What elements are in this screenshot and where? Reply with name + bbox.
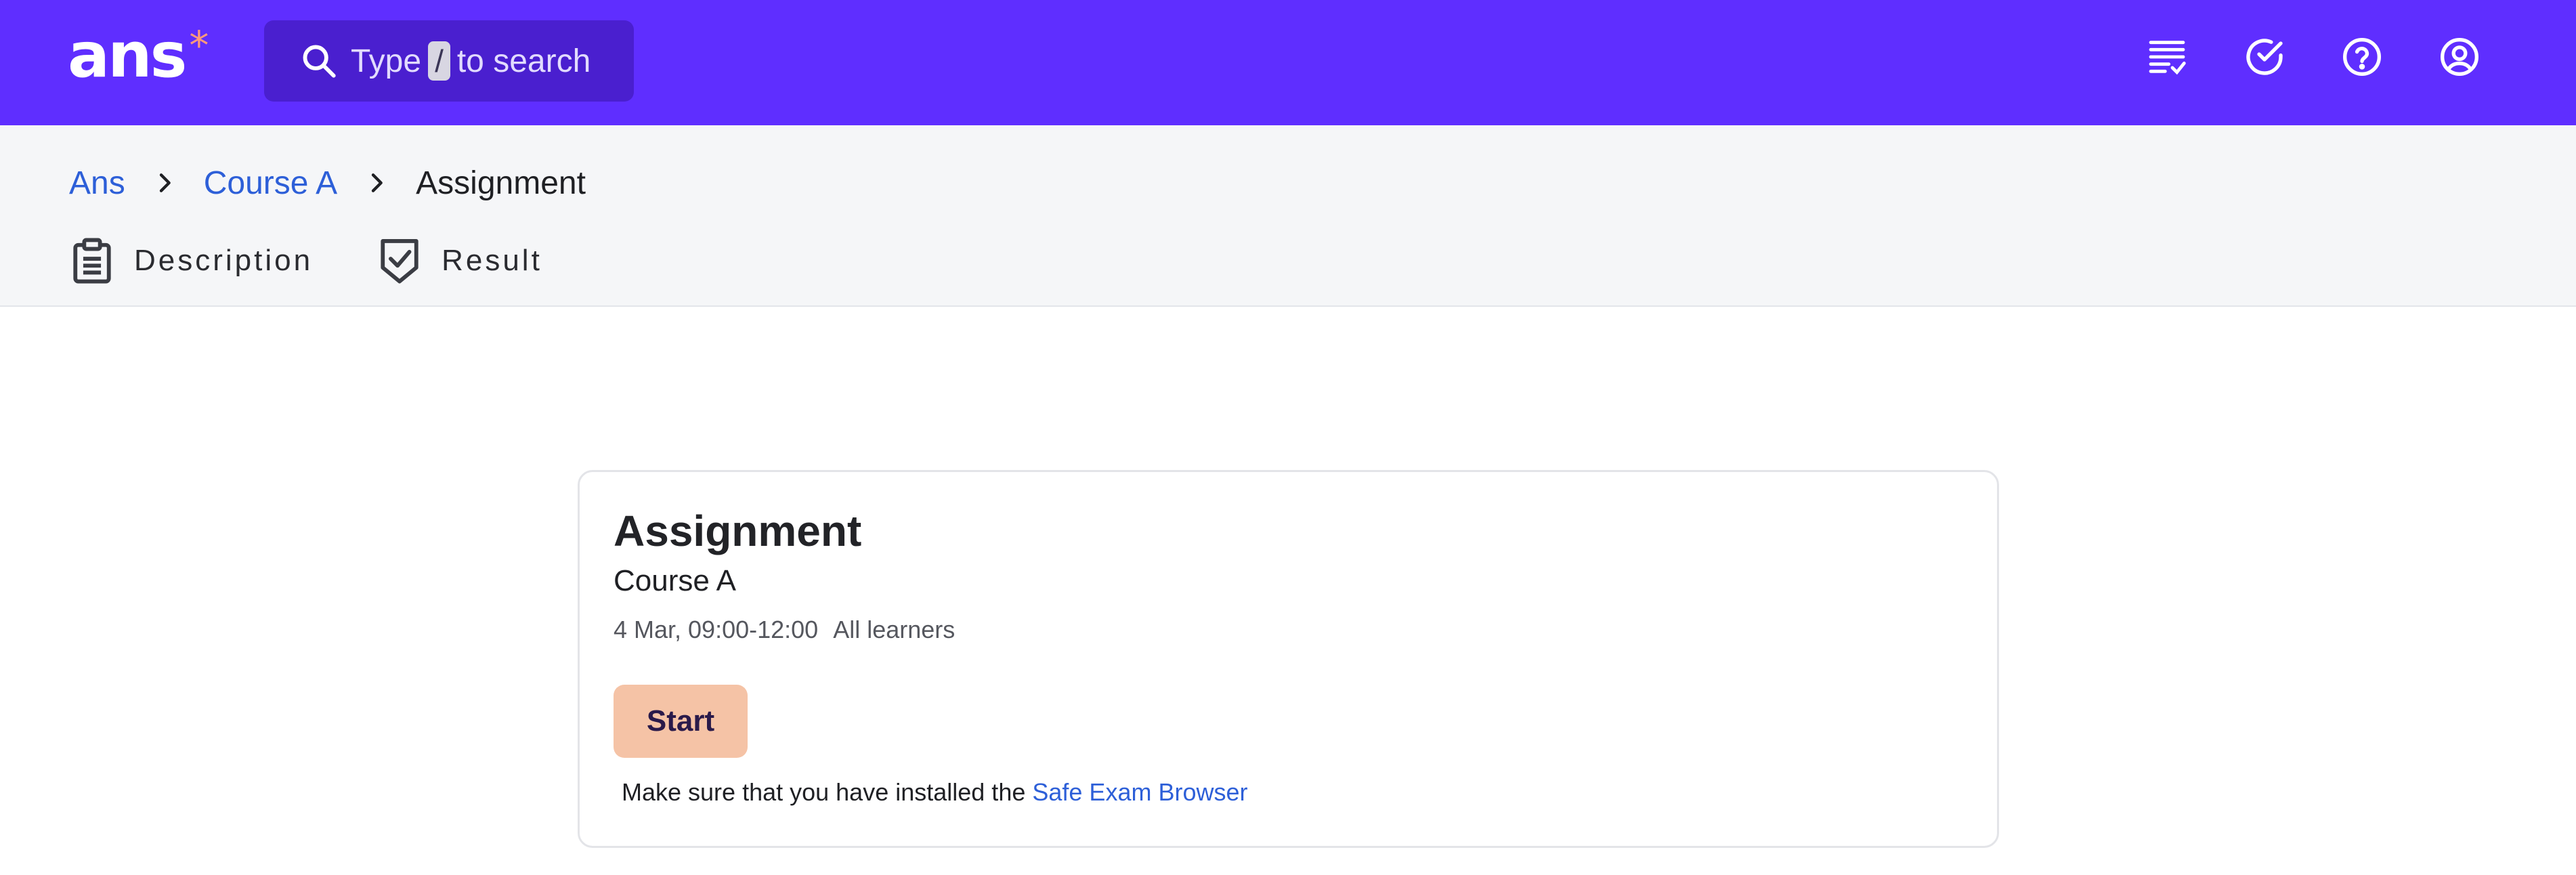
chevron-right-icon xyxy=(159,173,171,192)
course-name: Course A xyxy=(614,564,736,597)
task-list-icon[interactable] xyxy=(2145,35,2189,79)
help-circle-icon[interactable] xyxy=(2340,35,2384,79)
page-header: Ans Course A Assignment Description Resu… xyxy=(0,125,2576,307)
safe-exam-browser-note: Make sure that you have installed the Sa… xyxy=(622,778,1248,807)
assignment-audience: All learners xyxy=(833,616,956,643)
start-button[interactable]: Start xyxy=(614,685,748,758)
top-icons xyxy=(2145,35,2481,79)
assignment-title: Assignment xyxy=(614,507,862,555)
assignment-date: 4 Mar, 09:00-12:00 xyxy=(614,616,819,643)
note-text: Make sure that you have installed the xyxy=(622,778,1026,806)
search-text-after: to search xyxy=(456,43,591,79)
search-box[interactable]: Type / to search xyxy=(264,20,634,102)
tab-label: Description xyxy=(134,244,314,277)
clipboard-icon xyxy=(73,238,111,284)
logo-asterisk: * xyxy=(189,22,209,68)
tab-description[interactable]: Description xyxy=(70,237,313,284)
shield-check-icon xyxy=(381,238,418,284)
logo-text: ans xyxy=(68,19,187,91)
user-account-icon[interactable] xyxy=(2438,35,2481,79)
search-text-before: Type xyxy=(351,43,422,79)
search-icon xyxy=(303,45,336,78)
tab-bar: Description Result xyxy=(70,237,607,284)
tab-label: Result xyxy=(442,244,542,277)
breadcrumb-current: Assignment xyxy=(416,165,586,201)
ans-logo[interactable]: ans * xyxy=(68,22,209,89)
search-shortcut-key: / xyxy=(428,41,450,81)
breadcrumb-link-ans[interactable]: Ans xyxy=(69,165,125,202)
assignment-card: Assignment Course A 4 Mar, 09:00-12:00 A… xyxy=(578,470,1999,848)
top-bar: ans * Type / to search xyxy=(0,0,2576,125)
tab-result[interactable]: Result xyxy=(378,237,542,284)
breadcrumb-link-course[interactable]: Course A xyxy=(204,165,337,202)
breadcrumb: Ans Course A Assignment xyxy=(69,159,586,207)
assignment-meta: 4 Mar, 09:00-12:00 All learners xyxy=(614,616,955,644)
safe-exam-browser-link[interactable]: Safe Exam Browser xyxy=(1032,778,1247,806)
check-circle-icon[interactable] xyxy=(2243,35,2286,79)
chevron-right-icon xyxy=(371,173,383,192)
